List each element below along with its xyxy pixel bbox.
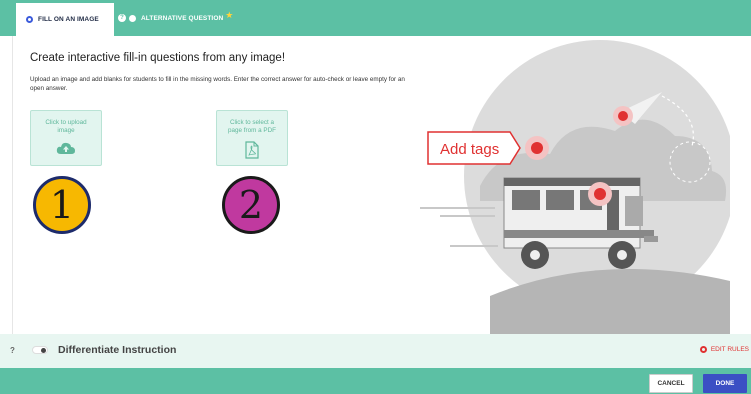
differentiate-label: Differentiate Instruction	[58, 344, 177, 356]
tab-alternative-question[interactable]: ? ALTERNATIVE QUESTION ★	[118, 0, 233, 36]
gear-icon	[129, 14, 136, 22]
gear-icon	[699, 346, 707, 353]
step-one-badge: 1	[33, 176, 91, 234]
differentiate-bar: ? Differentiate Instruction EDIT RULES	[0, 334, 751, 368]
gear-icon	[26, 16, 33, 23]
edit-rules-button[interactable]: EDIT RULES	[699, 346, 749, 353]
tab-label: FILL ON AN IMAGE	[38, 16, 99, 23]
tab-bar: FILL ON AN IMAGE ? ALTERNATIVE QUESTION …	[0, 0, 751, 36]
help-icon: ?	[118, 14, 126, 22]
star-icon: ★	[225, 9, 234, 20]
help-icon[interactable]: ?	[10, 346, 15, 355]
bus-illustration: Add tags	[420, 40, 730, 334]
editor-window: FILL ON AN IMAGE ? ALTERNATIVE QUESTION …	[0, 0, 751, 394]
step-two-badge: 2	[222, 176, 280, 234]
tab-label: ALTERNATIVE QUESTION	[141, 14, 224, 22]
cancel-button[interactable]: CANCEL	[649, 374, 693, 393]
cloud-upload-icon	[31, 141, 101, 155]
upload-pdf-button[interactable]: Click to select a page from a PDF	[216, 110, 288, 166]
add-tags-label: Add tags	[440, 141, 499, 158]
page-description: Upload an image and add blanks for stude…	[30, 76, 405, 92]
edit-rules-label: EDIT RULES	[710, 346, 749, 353]
differentiate-toggle[interactable]	[32, 346, 48, 354]
pdf-icon	[217, 141, 287, 159]
tab-fill-on-image[interactable]: FILL ON AN IMAGE	[16, 0, 114, 36]
done-button[interactable]: DONE	[703, 374, 747, 393]
upload-image-label: Click to upload image	[45, 119, 87, 134]
footer-bar	[0, 368, 751, 394]
upload-pdf-label: Click to select a page from a PDF	[228, 119, 276, 134]
upload-image-button[interactable]: Click to upload image	[30, 110, 102, 166]
page-title: Create interactive fill-in questions fro…	[30, 52, 286, 64]
